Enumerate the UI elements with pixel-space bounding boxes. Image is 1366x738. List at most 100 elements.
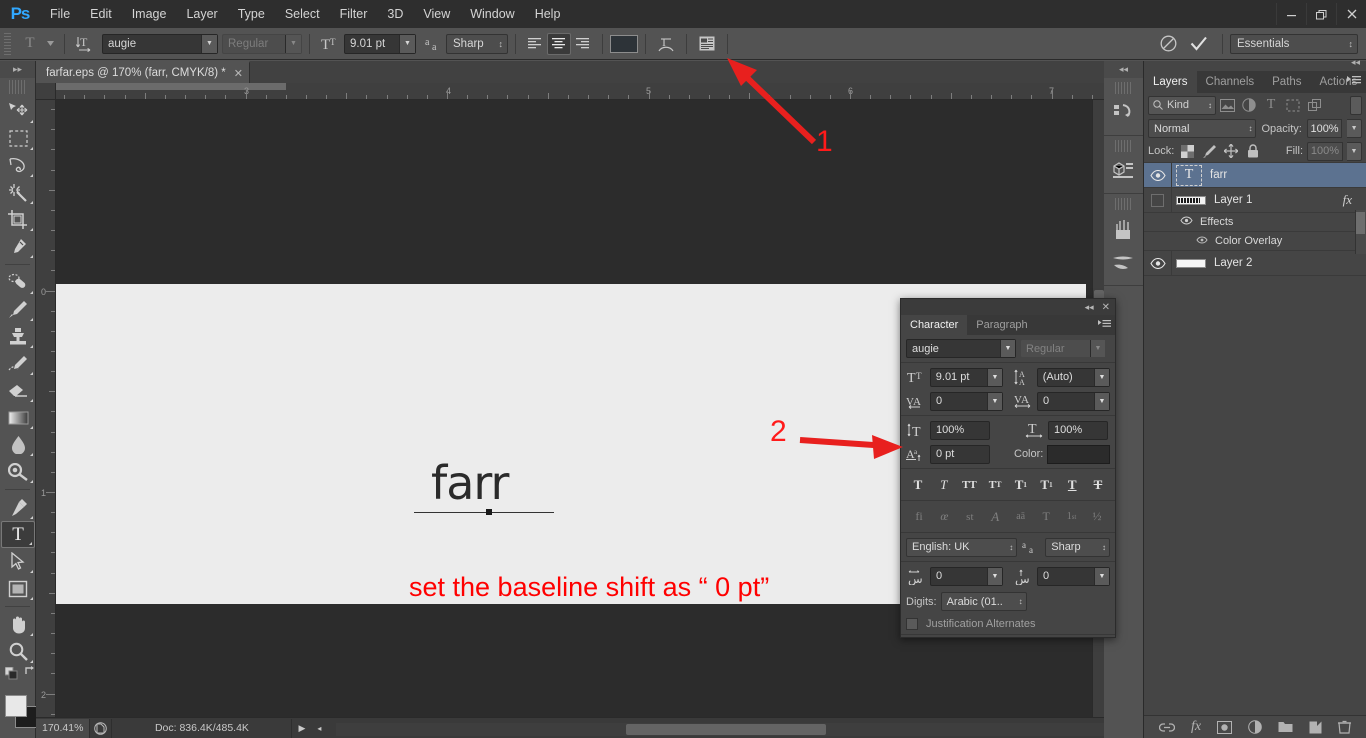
titling-alternates-button[interactable]: T (1035, 506, 1057, 527)
tab-layers[interactable]: Layers (1144, 71, 1197, 93)
menu-filter[interactable]: Filter (330, 0, 378, 28)
chevron-down-icon[interactable]: ▼ (1000, 340, 1015, 357)
layer-name-layer-1[interactable]: Layer 1 (1214, 194, 1252, 206)
type-tool-icon[interactable]: T (17, 33, 43, 55)
horizontal-type-tool[interactable]: T (1, 521, 35, 548)
warp-text-button[interactable]: I (653, 33, 679, 55)
contextual-alternates-button[interactable]: œ (933, 506, 955, 527)
restore-button[interactable] (1306, 3, 1336, 25)
subscript-button[interactable]: T1 (1036, 474, 1058, 495)
brush-panels-group[interactable] (1104, 198, 1143, 286)
layer-thumbnail-image[interactable] (1176, 195, 1206, 205)
layers-panel-collapse-button[interactable]: ◂◂ (1351, 57, 1360, 68)
chevron-down-icon[interactable]: ▼ (1094, 392, 1109, 410)
new-adjustment-layer-icon[interactable] (1248, 720, 1262, 734)
leading-input[interactable]: (Auto) ▼ (1036, 367, 1110, 387)
pen-tool[interactable] (1, 494, 35, 521)
align-left-button[interactable] (523, 33, 547, 55)
chevron-down-icon[interactable]: ▼ (1090, 340, 1105, 357)
close-icon[interactable]: ✕ (1102, 302, 1110, 313)
history-panel-icon[interactable] (1104, 96, 1143, 130)
diacritics-input[interactable]: 0 ▼ (1037, 566, 1110, 586)
chevron-down-icon[interactable]: ▼ (987, 567, 1002, 585)
blur-tool[interactable] (1, 431, 35, 458)
tool-preset-chevron-down-icon[interactable] (43, 33, 57, 55)
tab-paths[interactable]: Paths (1263, 71, 1310, 93)
layer-style-fx-icon[interactable]: fx (1191, 719, 1201, 735)
ruler-corner[interactable] (36, 83, 56, 100)
tracking-input[interactable]: 0 ▼ (1037, 391, 1110, 411)
hand-tool[interactable] (1, 611, 35, 638)
filter-kind-select[interactable]: Kind (1148, 95, 1216, 115)
character-panel-menu-icon[interactable] (1098, 319, 1111, 332)
faux-bold-button[interactable]: T (907, 474, 929, 495)
menu-image[interactable]: Image (122, 0, 177, 28)
status-play-icon[interactable]: ▶ (292, 719, 311, 738)
magic-wand-tool[interactable] (1, 179, 35, 206)
chevron-down-icon[interactable]: ▼ (201, 34, 217, 53)
font-family-combo[interactable]: augie ▼ (102, 33, 218, 54)
layer-row-layer-1[interactable]: Layer 1 fx (1144, 187, 1366, 213)
fill-chevron-down-icon[interactable]: ▼ (1347, 141, 1362, 161)
align-center-button[interactable] (547, 32, 571, 55)
layer-row-layer-2[interactable]: Layer 2 (1144, 250, 1366, 276)
history-brush-tool[interactable] (1, 350, 35, 377)
chevron-down-icon[interactable]: ▼ (987, 392, 1002, 410)
color-swatches[interactable] (0, 689, 37, 735)
chevron-down-icon[interactable]: ▼ (987, 368, 1002, 386)
filter-shape-icon[interactable] (1282, 95, 1304, 115)
character-panel-collapse-button[interactable]: ◂◂ (1085, 302, 1094, 313)
layer-visibility-toggle[interactable] (1144, 187, 1172, 213)
filter-adjustment-icon[interactable] (1238, 95, 1260, 115)
brush-tool[interactable] (1, 296, 35, 323)
digits-select[interactable]: Arabic (01.. (940, 592, 1027, 611)
document-proxy-icon[interactable] (90, 718, 113, 738)
properties-panel-group[interactable] (1104, 140, 1143, 194)
underline-button[interactable]: T (1061, 474, 1083, 495)
character-paragraph-panel-button[interactable] (694, 33, 720, 55)
discretionary-ligatures-button[interactable]: st (959, 506, 981, 527)
menu-view[interactable]: View (413, 0, 460, 28)
justification-alternates-checkbox[interactable] (906, 618, 918, 630)
text-color-swatch[interactable] (610, 34, 638, 53)
character-anti-alias-select[interactable]: Sharp (1045, 537, 1110, 557)
font-style-combo[interactable]: Regular ▼ (222, 33, 302, 54)
brush-panel-icon[interactable] (1104, 246, 1143, 280)
lasso-tool[interactable] (1, 152, 35, 179)
menu-layer[interactable]: Layer (176, 0, 227, 28)
filter-type-icon[interactable]: T (1260, 95, 1282, 115)
superscript-button[interactable]: T1 (1010, 474, 1032, 495)
lock-transparent-pixels-icon[interactable] (1178, 142, 1196, 160)
strikethrough-button[interactable]: T (1087, 474, 1109, 495)
menu-3d[interactable]: 3D (377, 0, 413, 28)
minimize-button[interactable] (1276, 3, 1306, 25)
all-caps-button[interactable]: TT (958, 474, 980, 495)
add-layer-mask-icon[interactable] (1217, 720, 1233, 734)
rectangle-tool[interactable] (1, 575, 35, 602)
history-panel-group[interactable] (1104, 82, 1143, 136)
toggle-text-orientation-icon[interactable]: T (72, 33, 96, 55)
baseline-shift-input[interactable]: 0 pt (930, 444, 990, 464)
menu-select[interactable]: Select (275, 0, 330, 28)
close-icon[interactable]: ✕ (234, 67, 243, 80)
canvas-horizontal-scroll-thumb[interactable] (626, 724, 826, 735)
new-group-icon[interactable] (1278, 721, 1293, 733)
font-size-input[interactable]: 9.01 pt ▼ (929, 367, 1003, 387)
new-layer-icon[interactable] (1309, 721, 1322, 734)
opacity-input[interactable]: 100% (1306, 119, 1343, 138)
kashida-input[interactable]: 0 ▼ (930, 566, 1003, 586)
effect-visibility-toggle[interactable] (1196, 235, 1208, 247)
fractions-button[interactable]: ½ (1086, 506, 1108, 527)
layer-thumbnail-text[interactable]: T (1176, 164, 1202, 186)
text-anchor-handle[interactable] (486, 509, 492, 515)
eraser-tool[interactable] (1, 377, 35, 404)
font-size-icon[interactable]: T T (317, 33, 341, 55)
chevron-down-icon[interactable]: ▼ (399, 34, 415, 53)
clone-stamp-tool[interactable] (1, 323, 35, 350)
move-tool[interactable] (1, 98, 35, 125)
rectangular-marquee-tool[interactable] (1, 125, 35, 152)
tab-character[interactable]: Character (901, 315, 968, 335)
workspace-select[interactable]: Essentials (1230, 33, 1358, 54)
menu-edit[interactable]: Edit (80, 0, 122, 28)
lock-position-icon[interactable] (1222, 142, 1240, 160)
